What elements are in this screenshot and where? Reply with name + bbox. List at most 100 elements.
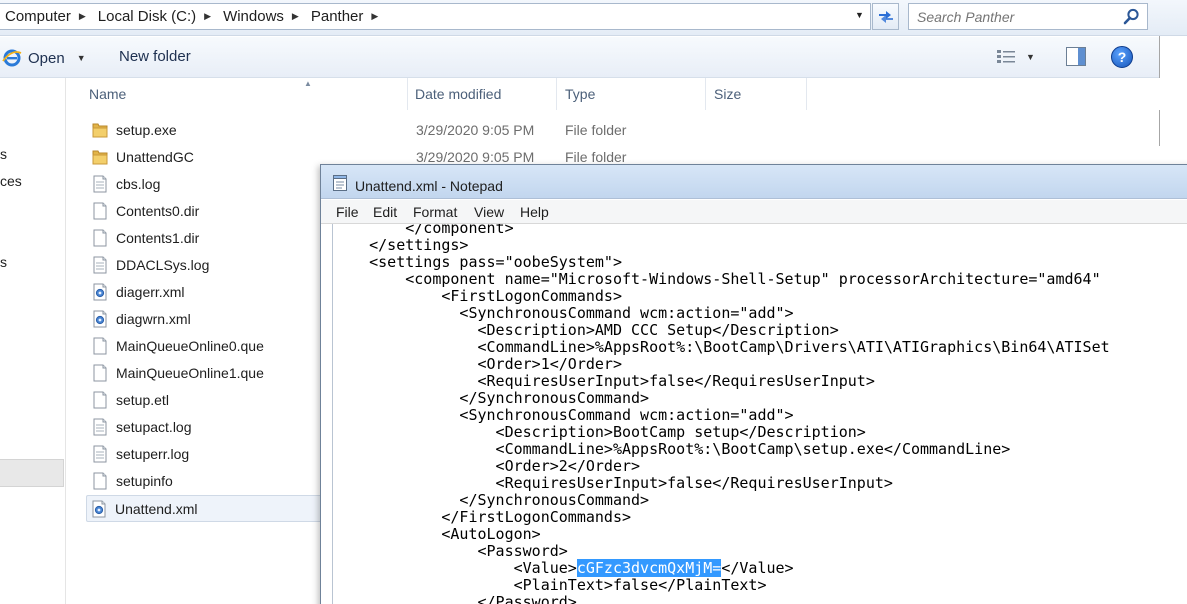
details-view-icon — [997, 50, 1015, 63]
nav-item[interactable]: s — [0, 146, 7, 162]
file-name: DDACLSys.log — [116, 257, 210, 273]
file-name: MainQueueOnline0.que — [116, 338, 264, 354]
text-file-icon — [93, 256, 107, 274]
search-box[interactable] — [908, 3, 1148, 30]
code-line: <PlainText>false</PlainText> — [333, 576, 767, 594]
code-line: </SynchronousCommand> — [333, 389, 650, 407]
navigation-pane: s ces s — [0, 78, 66, 604]
file-row[interactable]: Unattend.xml — [86, 495, 326, 522]
file-icon — [93, 229, 107, 247]
text-file-icon — [93, 175, 107, 193]
nav-item[interactable]: ces — [0, 173, 22, 189]
code-line: <Order>1</Order> — [333, 355, 622, 373]
code-line: <Password> — [333, 542, 568, 560]
code-line: <CommandLine>%AppsRoot%:\BootCamp\Driver… — [333, 338, 1110, 356]
code-line: <Order>2</Order> — [333, 457, 641, 475]
text-file-icon — [93, 418, 107, 436]
menu-file[interactable]: File — [336, 204, 359, 220]
breadcrumb-arrow-icon[interactable]: ▶ — [292, 11, 299, 22]
xml-file-icon — [93, 310, 107, 328]
code-line: <SynchronousCommand wcm:action="add"> — [333, 304, 794, 322]
notepad-title-bar[interactable]: Unattend.xml - Notepad — [321, 165, 1187, 199]
new-folder-button[interactable]: New folder — [119, 48, 191, 65]
search-icon[interactable] — [1123, 8, 1140, 25]
file-date-modified: 3/29/2020 9:05 PM — [416, 149, 535, 165]
file-icon — [93, 472, 107, 490]
nav-item-selected[interactable] — [0, 459, 64, 487]
code-text: </Value> — [721, 559, 794, 577]
file-name: UnattendGC — [116, 149, 194, 165]
selected-password-text: cGFzc3dvcmQxMjM= — [576, 559, 722, 577]
file-name: Contents0.dir — [116, 203, 200, 219]
file-icon — [93, 337, 107, 355]
notepad-text-area[interactable]: </component> </settings> <settings pass=… — [332, 224, 1187, 604]
open-dropdown-icon[interactable]: ▼ — [77, 53, 86, 63]
xml-file-icon — [93, 283, 107, 301]
address-box[interactable]: Computer ▶ Local Disk (C:) ▶ Windows ▶ P… — [0, 3, 871, 30]
xml-file-icon — [92, 500, 106, 518]
file-name: diagerr.xml — [116, 284, 185, 300]
column-header-name[interactable]: Name — [81, 78, 408, 110]
file-type: File folder — [565, 149, 627, 165]
nav-item[interactable]: s — [0, 254, 7, 270]
preview-pane-icon[interactable] — [1066, 47, 1086, 66]
change-view-button[interactable]: ▼ — [996, 49, 1035, 64]
file-type: File folder — [565, 122, 627, 138]
code-line: <RequiresUserInput>false</RequiresUserIn… — [333, 372, 875, 390]
code-line: <FirstLogonCommands> — [333, 287, 622, 305]
sort-ascending-icon: ▲ — [304, 79, 312, 88]
file-name: MainQueueOnline1.que — [116, 365, 264, 381]
breadcrumb-computer[interactable]: Computer — [5, 8, 71, 25]
folder-icon — [92, 150, 108, 165]
search-input[interactable] — [917, 8, 1117, 25]
view-dropdown-icon[interactable]: ▼ — [1026, 52, 1035, 62]
notepad-menu-bar: File Edit Format View Help — [321, 200, 1187, 224]
open-button[interactable]: Open ▼ — [2, 47, 86, 69]
code-line: </settings> — [333, 236, 469, 254]
address-bar: Computer ▶ Local Disk (C:) ▶ Windows ▶ P… — [0, 0, 1187, 36]
menu-view[interactable]: View — [474, 204, 504, 220]
breadcrumb-arrow-icon[interactable]: ▶ — [79, 11, 86, 22]
file-name: setupact.log — [116, 419, 192, 435]
file-name: setup.exe — [116, 122, 177, 138]
breadcrumb-panther[interactable]: Panther — [311, 8, 364, 25]
address-history-dropdown-icon[interactable]: ▼ — [855, 10, 864, 20]
file-icon — [93, 364, 107, 382]
notepad-title: Unattend.xml - Notepad — [355, 178, 503, 194]
code-line: <CommandLine>%AppsRoot%:\BootCamp\setup.… — [333, 440, 1011, 458]
notepad-icon — [333, 175, 347, 191]
menu-edit[interactable]: Edit — [373, 204, 397, 220]
column-header-size[interactable]: Size — [706, 78, 807, 110]
code-line: </SynchronousCommand> — [333, 491, 650, 509]
code-line: </Password> — [333, 593, 577, 604]
file-date-modified: 3/29/2020 9:05 PM — [416, 122, 535, 138]
breadcrumb-windows[interactable]: Windows — [223, 8, 284, 25]
column-header-date-modified[interactable]: Date modified — [407, 78, 557, 110]
file-icon — [93, 202, 107, 220]
internet-explorer-icon — [2, 49, 22, 67]
code-line: <Description>BootCamp setup</Description… — [333, 423, 866, 441]
breadcrumb-local-disk[interactable]: Local Disk (C:) — [98, 8, 196, 25]
file-row[interactable]: setup.exe 3/29/2020 9:05 PM File folder — [88, 117, 1148, 144]
file-icon — [93, 391, 107, 409]
code-line: </FirstLogonCommands> — [333, 508, 632, 526]
menu-format[interactable]: Format — [413, 204, 457, 220]
window-edge — [1159, 36, 1187, 146]
breadcrumb-arrow-icon[interactable]: ▶ — [371, 11, 378, 22]
column-header-type[interactable]: Type — [557, 78, 706, 110]
code-line: <Description>AMD CCC Setup</Description> — [333, 321, 839, 339]
open-label: Open — [28, 49, 65, 67]
refresh-button[interactable] — [872, 3, 899, 30]
help-icon[interactable]: ? — [1111, 46, 1133, 68]
refresh-icon — [878, 10, 893, 23]
file-name: Contents1.dir — [116, 230, 200, 246]
breadcrumb-arrow-icon[interactable]: ▶ — [204, 11, 211, 22]
file-name: cbs.log — [116, 176, 161, 192]
code-line: <RequiresUserInput>false</RequiresUserIn… — [333, 474, 893, 492]
code-line: <settings pass="oobeSystem"> — [333, 253, 622, 271]
column-headers: Name ▲ Date modified Type Size — [66, 78, 1160, 110]
code-line: <AutoLogon> — [333, 525, 541, 543]
text-file-icon — [93, 445, 107, 463]
file-name: setuperr.log — [116, 446, 190, 462]
menu-help[interactable]: Help — [520, 204, 549, 220]
